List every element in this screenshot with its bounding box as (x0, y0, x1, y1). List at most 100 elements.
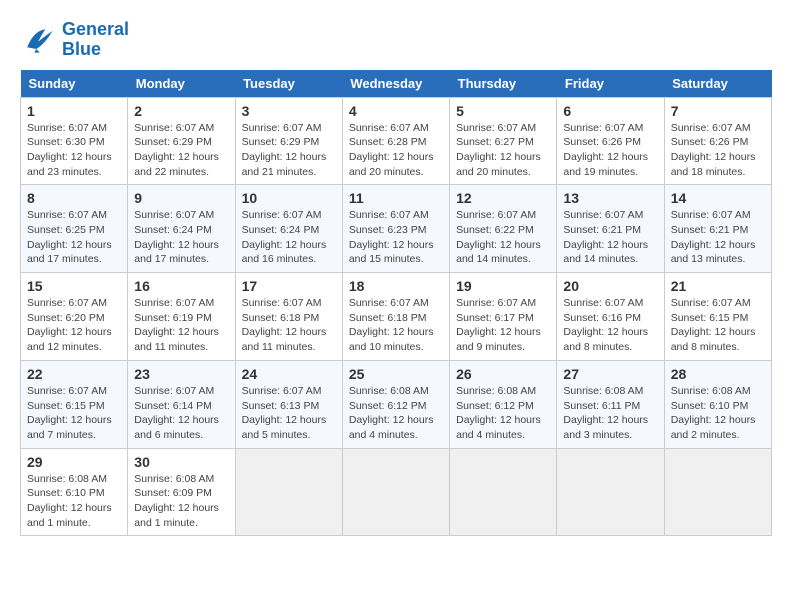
day-header-saturday: Saturday (664, 70, 771, 98)
calendar-week-2: 15 Sunrise: 6:07 AM Sunset: 6:20 PM Dayl… (21, 273, 772, 361)
calendar-cell: 29 Sunrise: 6:08 AM Sunset: 6:10 PM Dayl… (21, 448, 128, 536)
day-number: 9 (134, 190, 228, 206)
calendar-cell: 22 Sunrise: 6:07 AM Sunset: 6:15 PM Dayl… (21, 360, 128, 448)
day-info: Sunrise: 6:07 AM Sunset: 6:18 PM Dayligh… (242, 296, 336, 355)
day-info: Sunrise: 6:07 AM Sunset: 6:14 PM Dayligh… (134, 384, 228, 443)
day-info: Sunrise: 6:07 AM Sunset: 6:25 PM Dayligh… (27, 208, 121, 267)
day-number: 15 (27, 278, 121, 294)
day-info: Sunrise: 6:08 AM Sunset: 6:12 PM Dayligh… (349, 384, 443, 443)
calendar-cell: 16 Sunrise: 6:07 AM Sunset: 6:19 PM Dayl… (128, 273, 235, 361)
calendar-cell (342, 448, 449, 536)
calendar-week-1: 8 Sunrise: 6:07 AM Sunset: 6:25 PM Dayli… (21, 185, 772, 273)
day-header-monday: Monday (128, 70, 235, 98)
calendar-cell: 9 Sunrise: 6:07 AM Sunset: 6:24 PM Dayli… (128, 185, 235, 273)
day-number: 24 (242, 366, 336, 382)
day-info: Sunrise: 6:08 AM Sunset: 6:09 PM Dayligh… (134, 472, 228, 531)
day-info: Sunrise: 6:07 AM Sunset: 6:13 PM Dayligh… (242, 384, 336, 443)
day-info: Sunrise: 6:07 AM Sunset: 6:20 PM Dayligh… (27, 296, 121, 355)
day-number: 30 (134, 454, 228, 470)
day-number: 17 (242, 278, 336, 294)
calendar-cell: 1 Sunrise: 6:07 AM Sunset: 6:30 PM Dayli… (21, 97, 128, 185)
day-info: Sunrise: 6:07 AM Sunset: 6:29 PM Dayligh… (134, 121, 228, 180)
calendar-cell: 19 Sunrise: 6:07 AM Sunset: 6:17 PM Dayl… (450, 273, 557, 361)
calendar-cell: 10 Sunrise: 6:07 AM Sunset: 6:24 PM Dayl… (235, 185, 342, 273)
calendar-cell (557, 448, 664, 536)
day-number: 19 (456, 278, 550, 294)
calendar-cell: 25 Sunrise: 6:08 AM Sunset: 6:12 PM Dayl… (342, 360, 449, 448)
day-number: 22 (27, 366, 121, 382)
calendar-cell: 14 Sunrise: 6:07 AM Sunset: 6:21 PM Dayl… (664, 185, 771, 273)
page-header: General Blue (20, 20, 772, 60)
calendar-cell: 6 Sunrise: 6:07 AM Sunset: 6:26 PM Dayli… (557, 97, 664, 185)
day-info: Sunrise: 6:07 AM Sunset: 6:30 PM Dayligh… (27, 121, 121, 180)
calendar-table: SundayMondayTuesdayWednesdayThursdayFrid… (20, 70, 772, 537)
calendar-cell: 12 Sunrise: 6:07 AM Sunset: 6:22 PM Dayl… (450, 185, 557, 273)
day-number: 13 (563, 190, 657, 206)
day-header-wednesday: Wednesday (342, 70, 449, 98)
calendar-cell: 26 Sunrise: 6:08 AM Sunset: 6:12 PM Dayl… (450, 360, 557, 448)
logo-icon (20, 22, 56, 58)
day-info: Sunrise: 6:07 AM Sunset: 6:19 PM Dayligh… (134, 296, 228, 355)
calendar-cell: 23 Sunrise: 6:07 AM Sunset: 6:14 PM Dayl… (128, 360, 235, 448)
day-info: Sunrise: 6:08 AM Sunset: 6:12 PM Dayligh… (456, 384, 550, 443)
calendar-cell: 27 Sunrise: 6:08 AM Sunset: 6:11 PM Dayl… (557, 360, 664, 448)
day-number: 21 (671, 278, 765, 294)
day-number: 16 (134, 278, 228, 294)
calendar-cell: 8 Sunrise: 6:07 AM Sunset: 6:25 PM Dayli… (21, 185, 128, 273)
calendar-cell: 5 Sunrise: 6:07 AM Sunset: 6:27 PM Dayli… (450, 97, 557, 185)
day-info: Sunrise: 6:07 AM Sunset: 6:27 PM Dayligh… (456, 121, 550, 180)
day-number: 20 (563, 278, 657, 294)
calendar-cell: 24 Sunrise: 6:07 AM Sunset: 6:13 PM Dayl… (235, 360, 342, 448)
calendar-cell: 18 Sunrise: 6:07 AM Sunset: 6:18 PM Dayl… (342, 273, 449, 361)
day-number: 5 (456, 103, 550, 119)
calendar-cell: 3 Sunrise: 6:07 AM Sunset: 6:29 PM Dayli… (235, 97, 342, 185)
day-header-sunday: Sunday (21, 70, 128, 98)
day-number: 1 (27, 103, 121, 119)
calendar-cell (664, 448, 771, 536)
day-info: Sunrise: 6:07 AM Sunset: 6:15 PM Dayligh… (671, 296, 765, 355)
calendar-week-4: 29 Sunrise: 6:08 AM Sunset: 6:10 PM Dayl… (21, 448, 772, 536)
day-info: Sunrise: 6:07 AM Sunset: 6:23 PM Dayligh… (349, 208, 443, 267)
day-info: Sunrise: 6:08 AM Sunset: 6:11 PM Dayligh… (563, 384, 657, 443)
day-number: 2 (134, 103, 228, 119)
calendar-header: SundayMondayTuesdayWednesdayThursdayFrid… (21, 70, 772, 98)
calendar-cell (450, 448, 557, 536)
day-number: 27 (563, 366, 657, 382)
day-number: 26 (456, 366, 550, 382)
day-number: 25 (349, 366, 443, 382)
calendar-cell (235, 448, 342, 536)
logo: General Blue (20, 20, 129, 60)
calendar-cell: 2 Sunrise: 6:07 AM Sunset: 6:29 PM Dayli… (128, 97, 235, 185)
day-number: 28 (671, 366, 765, 382)
day-info: Sunrise: 6:07 AM Sunset: 6:16 PM Dayligh… (563, 296, 657, 355)
day-number: 12 (456, 190, 550, 206)
day-number: 18 (349, 278, 443, 294)
day-number: 8 (27, 190, 121, 206)
day-number: 10 (242, 190, 336, 206)
calendar-body: 1 Sunrise: 6:07 AM Sunset: 6:30 PM Dayli… (21, 97, 772, 536)
day-info: Sunrise: 6:07 AM Sunset: 6:18 PM Dayligh… (349, 296, 443, 355)
day-number: 7 (671, 103, 765, 119)
day-info: Sunrise: 6:07 AM Sunset: 6:24 PM Dayligh… (134, 208, 228, 267)
day-header-friday: Friday (557, 70, 664, 98)
calendar-cell: 17 Sunrise: 6:07 AM Sunset: 6:18 PM Dayl… (235, 273, 342, 361)
day-info: Sunrise: 6:07 AM Sunset: 6:21 PM Dayligh… (671, 208, 765, 267)
day-info: Sunrise: 6:07 AM Sunset: 6:29 PM Dayligh… (242, 121, 336, 180)
day-info: Sunrise: 6:07 AM Sunset: 6:24 PM Dayligh… (242, 208, 336, 267)
calendar-cell: 7 Sunrise: 6:07 AM Sunset: 6:26 PM Dayli… (664, 97, 771, 185)
calendar-cell: 28 Sunrise: 6:08 AM Sunset: 6:10 PM Dayl… (664, 360, 771, 448)
calendar-cell: 13 Sunrise: 6:07 AM Sunset: 6:21 PM Dayl… (557, 185, 664, 273)
calendar-week-0: 1 Sunrise: 6:07 AM Sunset: 6:30 PM Dayli… (21, 97, 772, 185)
day-number: 23 (134, 366, 228, 382)
day-info: Sunrise: 6:07 AM Sunset: 6:26 PM Dayligh… (671, 121, 765, 180)
day-number: 3 (242, 103, 336, 119)
day-number: 4 (349, 103, 443, 119)
day-info: Sunrise: 6:07 AM Sunset: 6:21 PM Dayligh… (563, 208, 657, 267)
day-info: Sunrise: 6:08 AM Sunset: 6:10 PM Dayligh… (27, 472, 121, 531)
day-info: Sunrise: 6:07 AM Sunset: 6:28 PM Dayligh… (349, 121, 443, 180)
day-number: 11 (349, 190, 443, 206)
day-header-thursday: Thursday (450, 70, 557, 98)
day-number: 29 (27, 454, 121, 470)
calendar-cell: 21 Sunrise: 6:07 AM Sunset: 6:15 PM Dayl… (664, 273, 771, 361)
calendar-cell: 20 Sunrise: 6:07 AM Sunset: 6:16 PM Dayl… (557, 273, 664, 361)
